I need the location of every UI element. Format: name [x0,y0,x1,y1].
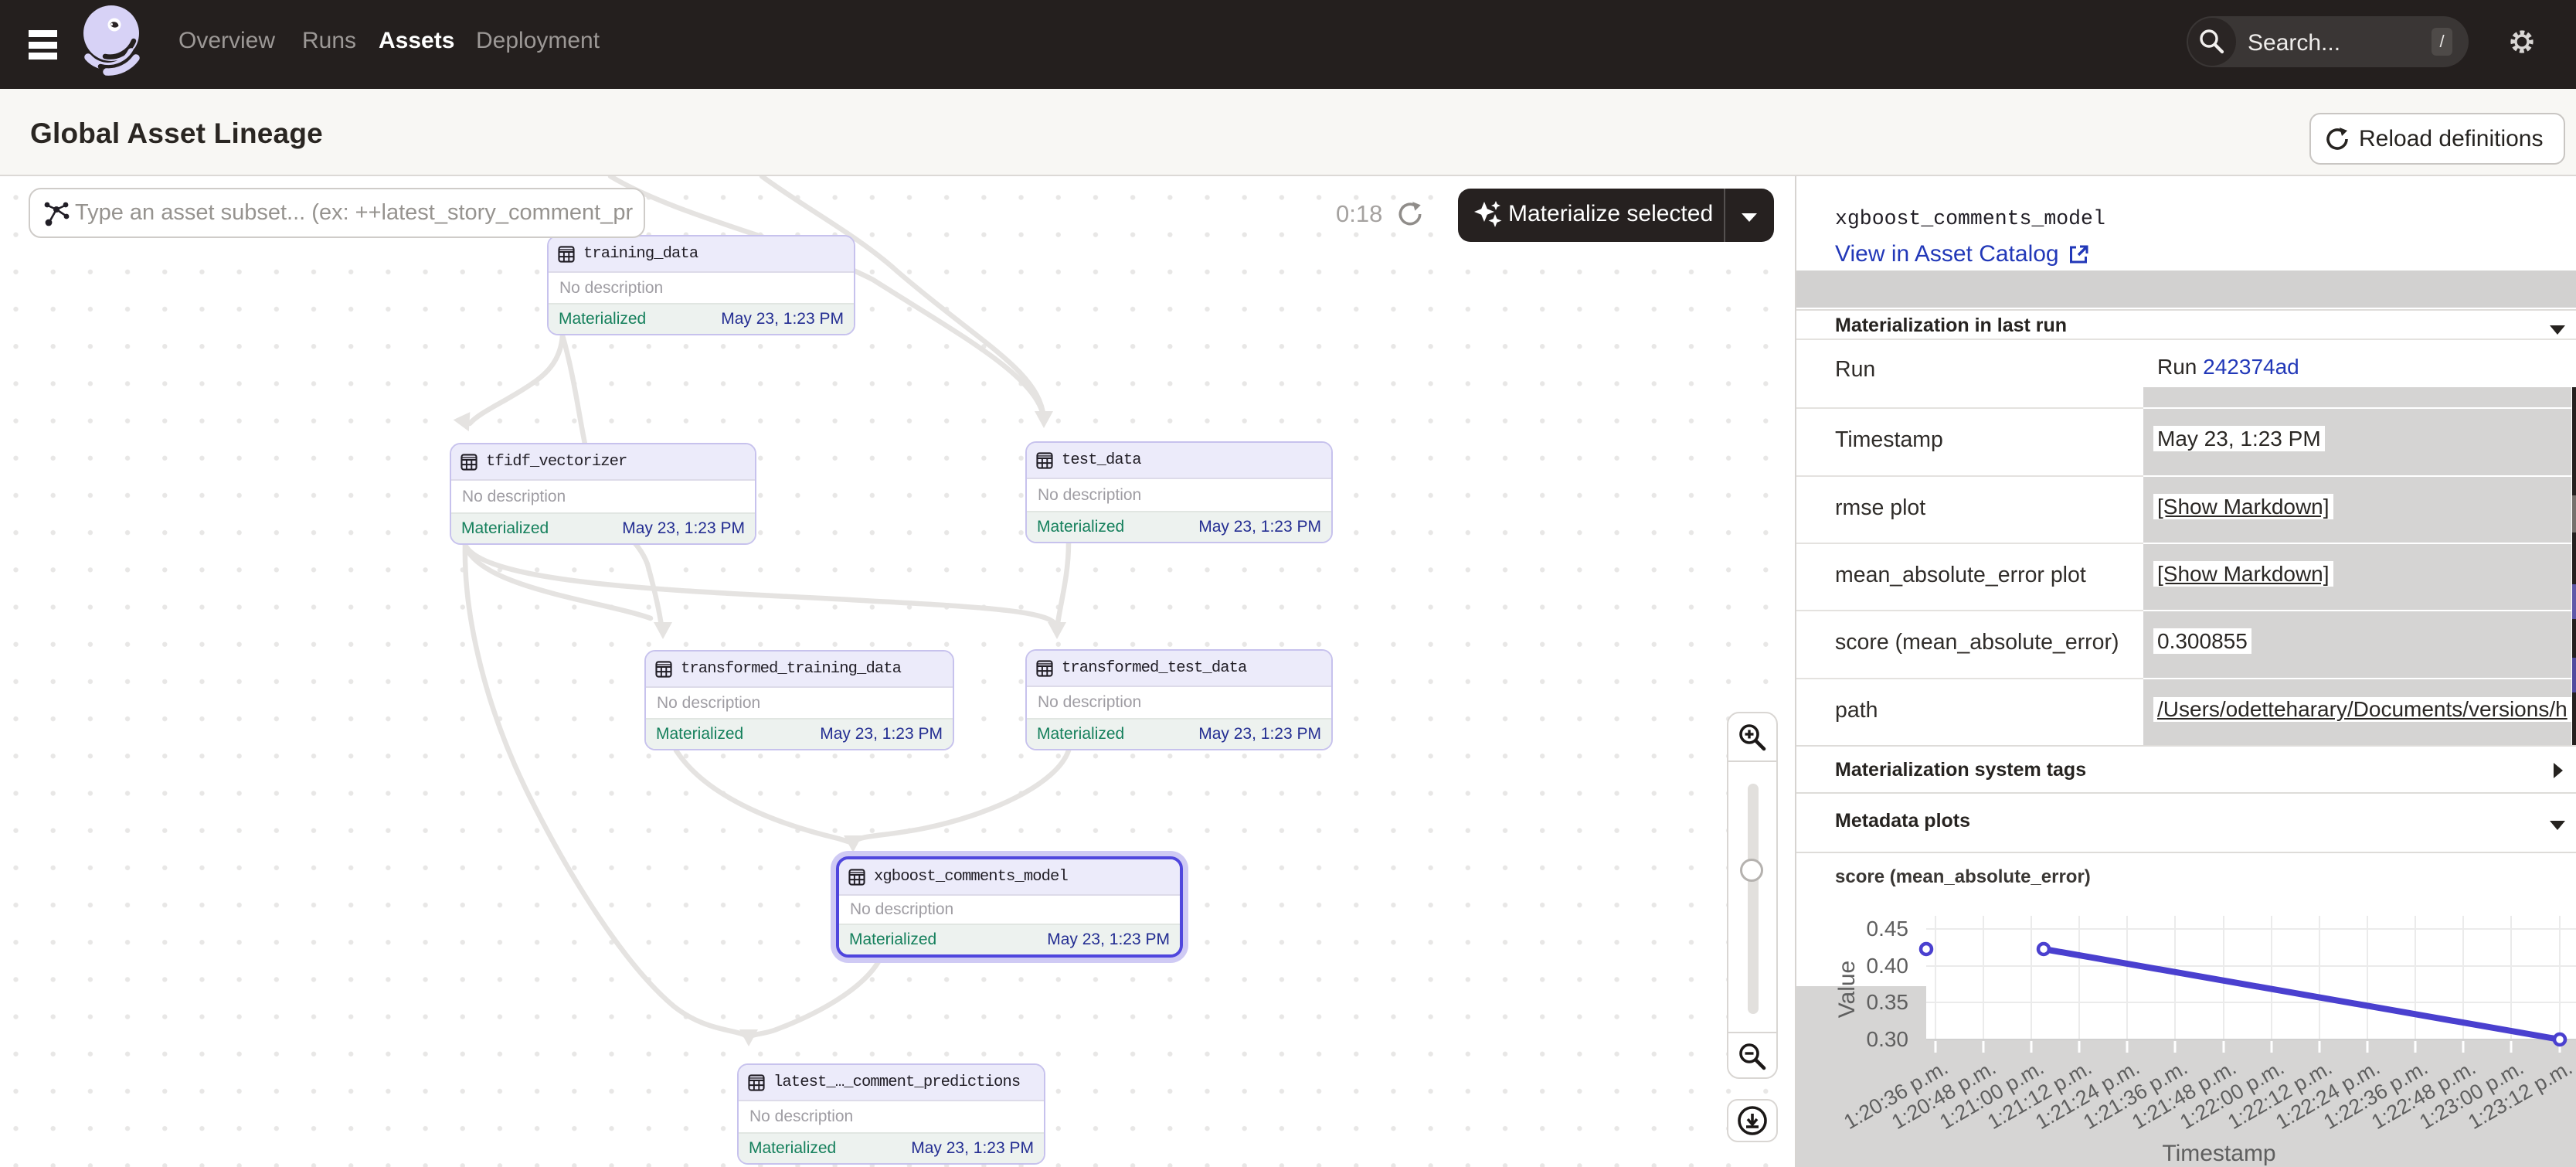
svg-text:0.40: 0.40 [1867,954,1909,978]
svg-text:0.30: 0.30 [1867,1027,1909,1051]
svg-text:0.35: 0.35 [1867,990,1909,1014]
svg-text:Value: Value [1834,961,1860,1019]
svg-text:0.45: 0.45 [1867,917,1909,941]
